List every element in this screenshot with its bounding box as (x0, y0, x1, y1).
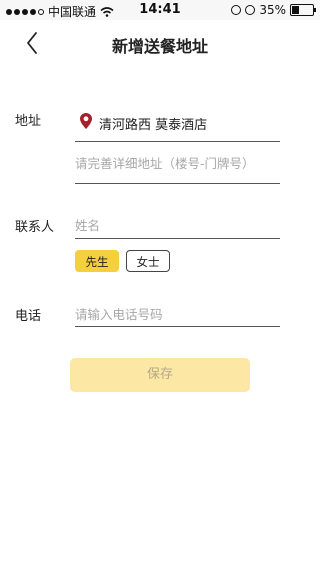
contact-label: 联系人 (15, 220, 55, 235)
address-detail-input[interactable]: 请完善详细地址（楼号-门牌号） (75, 153, 255, 172)
battery-percent: 35% (259, 3, 286, 17)
phone-input[interactable]: 请输入电话号码 (75, 304, 163, 323)
map-pin-icon (80, 113, 92, 129)
alarm-icon (245, 5, 256, 15)
gender-female-button[interactable]: 女士 (126, 250, 170, 272)
address-label: 地址 (15, 114, 42, 129)
address-detail-underline (75, 183, 280, 184)
battery-icon (290, 4, 316, 16)
phone-underline (75, 326, 280, 327)
phone-label: 电话 (15, 309, 42, 324)
page-title: 新增送餐地址 (111, 37, 208, 56)
status-bar: 中国联通 14:41 35% (0, 0, 320, 20)
battery-fill (292, 6, 299, 14)
name-input[interactable]: 姓名 (75, 215, 100, 234)
address-divider (75, 141, 280, 142)
address-value[interactable]: 清河路西 莫泰酒店 (99, 114, 207, 133)
nav-bar: 新增送餐地址 (0, 20, 320, 66)
save-button[interactable]: 保存 (70, 358, 250, 392)
name-underline (75, 238, 280, 239)
gender-male-button[interactable]: 先生 (75, 250, 119, 272)
orientation-lock-icon (231, 5, 242, 15)
status-right: 35% (231, 3, 316, 17)
